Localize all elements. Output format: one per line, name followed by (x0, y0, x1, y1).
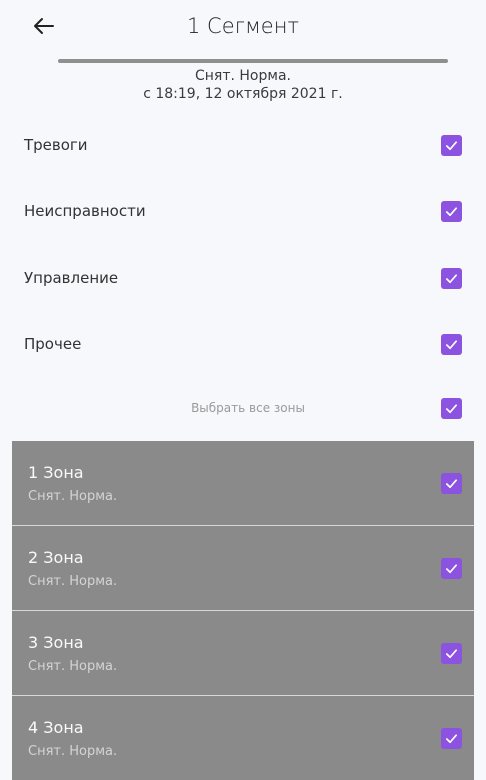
checkmark-icon (445, 649, 458, 659)
checkmark-icon (445, 206, 458, 216)
filter-label: Неисправности (24, 202, 146, 220)
zone-name: 2 Зона (28, 548, 84, 567)
filter-row-other[interactable]: Прочее (12, 324, 474, 364)
filter-label: Тревоги (24, 136, 88, 154)
zone-checkbox[interactable] (441, 473, 462, 494)
zone-checkbox[interactable] (441, 558, 462, 579)
filter-row-control[interactable]: Управление (12, 258, 474, 298)
filter-checkbox[interactable] (441, 267, 462, 289)
segment-status: Снят. Норма. с 18:19, 12 октября 2021 г. (12, 67, 474, 103)
zone-state: Снят. Норма. (28, 744, 118, 759)
zone-list: 1 Зона Снят. Норма. 2 Зона Снят. Норма. … (12, 441, 474, 780)
zone-item[interactable]: 4 Зона Снят. Норма. (12, 696, 474, 780)
filter-label: Прочее (24, 335, 82, 353)
zone-state: Снят. Норма. (28, 574, 118, 589)
select-all-label: Выбрать все зоны (191, 401, 305, 415)
zone-item[interactable]: 1 Зона Снят. Норма. (12, 441, 474, 526)
zone-name: 3 Зона (28, 633, 84, 652)
page-title: 1 Сегмент (187, 14, 299, 38)
filter-row-alarms[interactable]: Тревоги (12, 125, 474, 165)
zone-state: Снят. Норма. (28, 489, 118, 504)
zone-checkbox[interactable] (441, 643, 462, 664)
status-state: Снят. Норма. (195, 68, 291, 84)
checkmark-icon (445, 479, 458, 489)
zone-item[interactable]: 2 Зона Снят. Норма. (12, 526, 474, 611)
checkmark-icon (445, 734, 458, 744)
checkmark-icon (445, 339, 458, 349)
filter-row-faults[interactable]: Неисправности (12, 191, 474, 231)
filter-checkbox[interactable] (441, 200, 462, 222)
filter-checkbox[interactable] (441, 333, 462, 355)
header: 1 Сегмент (12, 0, 474, 56)
zone-item[interactable]: 3 Зона Снят. Норма. (12, 611, 474, 696)
zone-checkbox[interactable] (441, 728, 462, 749)
zone-name: 4 Зона (28, 718, 84, 737)
checkmark-icon (445, 140, 458, 150)
zone-name: 1 Зона (28, 463, 84, 482)
select-all-checkbox[interactable] (441, 397, 462, 419)
select-all-zones-row[interactable]: Выбрать все зоны (12, 388, 474, 428)
header-divider (58, 59, 448, 63)
zone-state: Снят. Норма. (28, 659, 118, 674)
checkmark-icon (445, 564, 458, 574)
status-since: с 18:19, 12 октября 2021 г. (143, 86, 343, 102)
screen: 1 Сегмент Снят. Норма. с 18:19, 12 октяб… (12, 0, 474, 780)
checkmark-icon (445, 273, 458, 283)
filter-label: Управление (24, 269, 119, 287)
filter-checkbox[interactable] (441, 134, 462, 156)
checkmark-icon (445, 403, 458, 413)
